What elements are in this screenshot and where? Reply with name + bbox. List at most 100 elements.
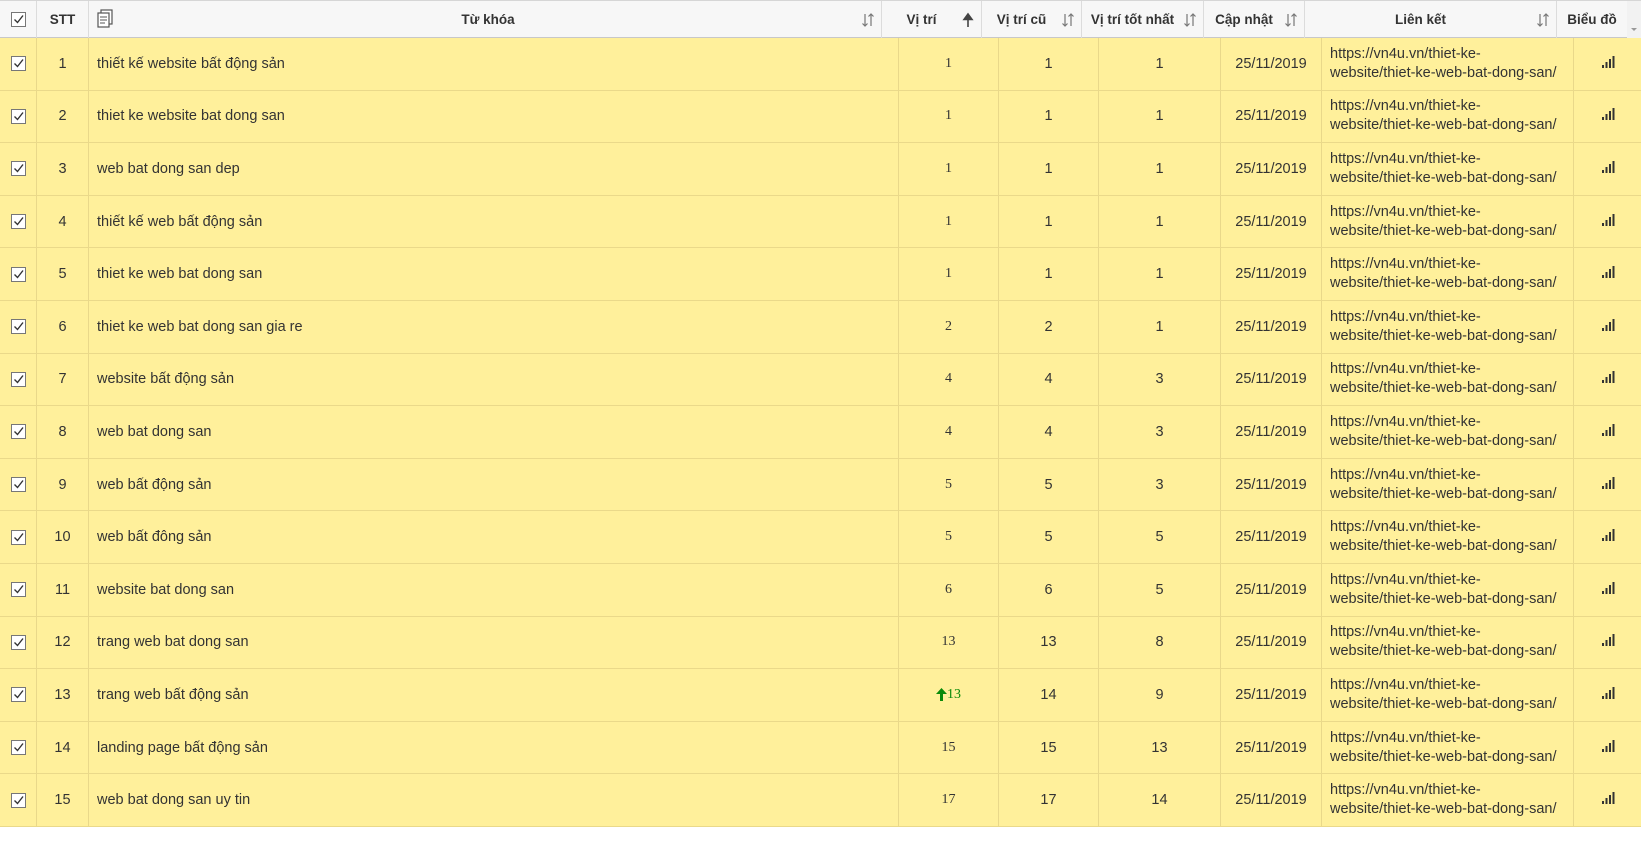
sort-icon[interactable]: [1183, 12, 1197, 28]
link-cell[interactable]: https://vn4u.vn/thiet-ke- website/thiet-…: [1322, 564, 1574, 616]
scroll-up-icon[interactable]: [1627, 1, 1641, 39]
link-value[interactable]: https://vn4u.vn/thiet-ke- website/thiet-…: [1322, 466, 1556, 504]
keyword-cell[interactable]: trang web bat dong san: [89, 616, 899, 669]
keyword-cell[interactable]: landing page bất động sản: [89, 721, 899, 774]
keyword-cell[interactable]: thiết kế web bất động sản: [89, 195, 899, 248]
keyword-cell[interactable]: web bat dong san uy tin: [89, 774, 899, 826]
table-row[interactable]: 7 website bất động sản 4 4 3 25/11/2019 …: [0, 353, 1641, 407]
table-row[interactable]: 13 trang web bất động sản 13 14 9 25/11/…: [0, 669, 1641, 722]
link-cell[interactable]: https://vn4u.vn/thiet-ke- website/thiet-…: [1322, 195, 1574, 248]
row-checkbox[interactable]: [10, 108, 26, 124]
keyword-cell[interactable]: thiet ke web bat dong san: [89, 248, 899, 300]
sort-icon[interactable]: [1284, 12, 1298, 28]
bar-chart-icon[interactable]: [1601, 107, 1615, 125]
bar-chart-icon[interactable]: [1601, 581, 1615, 599]
vertical-scrollbar[interactable]: [1627, 1, 1641, 39]
link-value[interactable]: https://vn4u.vn/thiet-ke- website/thiet-…: [1322, 308, 1556, 346]
keyword-cell[interactable]: thiet ke web bat dong san gia re: [89, 301, 899, 353]
link-cell[interactable]: https://vn4u.vn/thiet-ke- website/thiet-…: [1322, 38, 1574, 90]
link-cell[interactable]: https://vn4u.vn/thiet-ke- website/thiet-…: [1322, 616, 1574, 669]
col-header-updated[interactable]: Cập nhật: [1204, 1, 1305, 38]
keyword-cell[interactable]: website bat dong san: [89, 564, 899, 616]
col-header-best-position[interactable]: Vị trí tốt nhất: [1082, 1, 1204, 38]
keyword-cell[interactable]: website bất động sản: [89, 353, 899, 406]
link-cell[interactable]: https://vn4u.vn/thiet-ke- website/thiet-…: [1322, 406, 1574, 458]
sort-icon[interactable]: [1061, 12, 1075, 28]
table-row[interactable]: 15 web bat dong san uy tin 17 17 14 25/1…: [0, 774, 1641, 827]
link-value[interactable]: https://vn4u.vn/thiet-ke- website/thiet-…: [1322, 676, 1556, 714]
link-cell[interactable]: https://vn4u.vn/thiet-ke- website/thiet-…: [1322, 511, 1574, 563]
row-checkbox[interactable]: [10, 371, 26, 387]
link-cell[interactable]: https://vn4u.vn/thiet-ke- website/thiet-…: [1322, 248, 1574, 300]
link-cell[interactable]: https://vn4u.vn/thiet-ke- website/thiet-…: [1322, 774, 1574, 826]
col-header-keyword[interactable]: Từ khóa: [89, 1, 882, 38]
row-checkbox[interactable]: [10, 161, 26, 177]
col-header-position[interactable]: Vị trí: [882, 1, 982, 38]
link-value[interactable]: https://vn4u.vn/thiet-ke- website/thiet-…: [1322, 623, 1556, 661]
table-row[interactable]: 8 web bat dong san 4 4 3 25/11/2019 http…: [0, 406, 1641, 459]
bar-chart-icon[interactable]: [1601, 686, 1615, 704]
keyword-cell[interactable]: thiet ke website bat dong san: [89, 90, 899, 143]
table-row[interactable]: 2 thiet ke website bat dong san 1 1 1 25…: [0, 90, 1641, 144]
link-cell[interactable]: https://vn4u.vn/thiet-ke- website/thiet-…: [1322, 90, 1574, 143]
link-cell[interactable]: https://vn4u.vn/thiet-ke- website/thiet-…: [1322, 353, 1574, 406]
select-all-checkbox[interactable]: [10, 12, 26, 27]
bar-chart-icon[interactable]: [1601, 476, 1615, 494]
col-header-stt[interactable]: STT: [37, 1, 89, 38]
table-row[interactable]: 3 web bat dong san dep 1 1 1 25/11/2019 …: [0, 143, 1641, 196]
link-value[interactable]: https://vn4u.vn/thiet-ke- website/thiet-…: [1322, 729, 1556, 767]
col-header-chart[interactable]: Biểu đồ: [1557, 1, 1627, 38]
bar-chart-icon[interactable]: [1601, 423, 1615, 441]
table-row[interactable]: 1 thiết kế website bất động sản 1 1 1 25…: [0, 38, 1641, 91]
table-row[interactable]: 9 web bất động sản 5 5 3 25/11/2019 http…: [0, 458, 1641, 512]
bar-chart-icon[interactable]: [1601, 739, 1615, 757]
row-checkbox[interactable]: [10, 266, 26, 282]
keyword-cell[interactable]: web bất động sản: [89, 458, 899, 511]
link-value[interactable]: https://vn4u.vn/thiet-ke- website/thiet-…: [1322, 150, 1556, 188]
link-value[interactable]: https://vn4u.vn/thiet-ke- website/thiet-…: [1322, 413, 1556, 451]
bar-chart-icon[interactable]: [1601, 160, 1615, 178]
bar-chart-icon[interactable]: [1601, 265, 1615, 283]
row-checkbox[interactable]: [10, 319, 26, 335]
table-row[interactable]: 4 thiết kế web bất động sản 1 1 1 25/11/…: [0, 195, 1641, 249]
link-value[interactable]: https://vn4u.vn/thiet-ke- website/thiet-…: [1322, 571, 1556, 609]
keyword-cell[interactable]: web bat dong san: [89, 406, 899, 458]
link-cell[interactable]: https://vn4u.vn/thiet-ke- website/thiet-…: [1322, 458, 1574, 511]
link-cell[interactable]: https://vn4u.vn/thiet-ke- website/thiet-…: [1322, 143, 1574, 195]
table-row[interactable]: 5 thiet ke web bat dong san 1 1 1 25/11/…: [0, 248, 1641, 301]
link-value[interactable]: https://vn4u.vn/thiet-ke- website/thiet-…: [1322, 203, 1556, 241]
link-cell[interactable]: https://vn4u.vn/thiet-ke- website/thiet-…: [1322, 669, 1574, 721]
bar-chart-icon[interactable]: [1601, 633, 1615, 651]
bar-chart-icon[interactable]: [1601, 55, 1615, 73]
sort-icon[interactable]: [1536, 12, 1550, 28]
bar-chart-icon[interactable]: [1601, 370, 1615, 388]
link-value[interactable]: https://vn4u.vn/thiet-ke- website/thiet-…: [1322, 45, 1556, 83]
link-cell[interactable]: https://vn4u.vn/thiet-ke- website/thiet-…: [1322, 721, 1574, 774]
table-row[interactable]: 14 landing page bất động sản 15 15 13 25…: [0, 721, 1641, 775]
link-value[interactable]: https://vn4u.vn/thiet-ke- website/thiet-…: [1322, 781, 1556, 819]
link-value[interactable]: https://vn4u.vn/thiet-ke- website/thiet-…: [1322, 97, 1556, 135]
row-checkbox[interactable]: [10, 792, 26, 808]
sort-icon[interactable]: [861, 12, 875, 28]
bar-chart-icon[interactable]: [1601, 528, 1615, 546]
keyword-cell[interactable]: thiết kế website bất động sản: [89, 38, 899, 90]
copy-icon[interactable]: [95, 8, 115, 31]
col-header-link[interactable]: Liên kết: [1305, 1, 1557, 38]
link-cell[interactable]: https://vn4u.vn/thiet-ke- website/thiet-…: [1322, 301, 1574, 353]
link-value[interactable]: https://vn4u.vn/thiet-ke- website/thiet-…: [1322, 518, 1556, 556]
row-checkbox[interactable]: [10, 477, 26, 493]
keyword-cell[interactable]: trang web bất động sản: [89, 669, 899, 721]
sort-ascending-icon[interactable]: [961, 12, 975, 28]
row-checkbox[interactable]: [10, 214, 26, 230]
row-checkbox[interactable]: [10, 582, 26, 598]
row-checkbox[interactable]: [10, 687, 26, 703]
link-value[interactable]: https://vn4u.vn/thiet-ke- website/thiet-…: [1322, 360, 1556, 398]
keyword-cell[interactable]: web bat dong san dep: [89, 143, 899, 195]
table-row[interactable]: 6 thiet ke web bat dong san gia re 2 2 1…: [0, 301, 1641, 354]
keyword-cell[interactable]: web bất đông sản: [89, 511, 899, 563]
col-header-old-position[interactable]: Vị trí cũ: [982, 1, 1082, 38]
table-row[interactable]: 10 web bất đông sản 5 5 5 25/11/2019 htt…: [0, 511, 1641, 564]
bar-chart-icon[interactable]: [1601, 213, 1615, 231]
row-checkbox[interactable]: [10, 740, 26, 756]
bar-chart-icon[interactable]: [1601, 791, 1615, 809]
